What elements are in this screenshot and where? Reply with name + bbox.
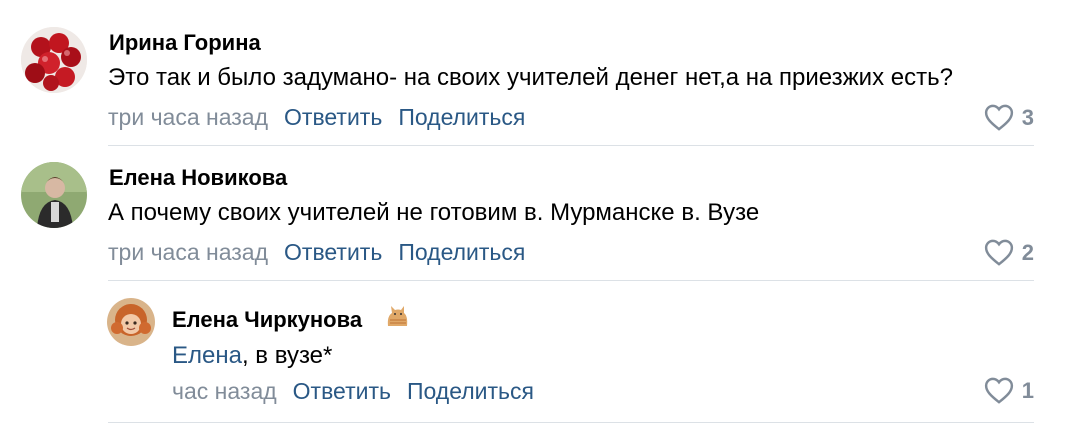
share-button[interactable]: Поделиться: [398, 239, 525, 266]
comment-text-body: , в вузе*: [241, 342, 333, 369]
like-button[interactable]: 1: [984, 377, 1034, 404]
cartoon-girl-avatar-icon: [107, 298, 155, 346]
person-photo-avatar-icon: [21, 162, 87, 228]
comment-text: Это так и было задумано- на своих учител…: [108, 64, 953, 91]
divider: [108, 422, 1034, 423]
avatar[interactable]: [21, 27, 87, 93]
like-button[interactable]: 3: [984, 104, 1034, 131]
author-name[interactable]: Елена Чиркунова: [172, 307, 362, 333]
divider: [108, 145, 1034, 146]
like-count: 1: [1021, 377, 1034, 403]
reply-button[interactable]: Ответить: [284, 104, 382, 131]
author-name[interactable]: Ирина Горина: [109, 30, 261, 56]
cat-icon: [387, 306, 408, 326]
comment-text: Елена, в вузе*: [172, 342, 332, 370]
mention-link[interactable]: Елена: [172, 342, 242, 369]
comment-time[interactable]: три часа назад: [108, 239, 268, 266]
comment-text: А почему своих учителей не готовим в. Му…: [108, 199, 760, 226]
like-count: 3: [1021, 104, 1034, 130]
comment-time[interactable]: час назад: [172, 378, 277, 405]
cherries-avatar-icon: [21, 27, 87, 93]
avatar[interactable]: [21, 162, 87, 228]
like-button[interactable]: 2: [984, 239, 1034, 266]
comment-time[interactable]: три часа назад: [108, 104, 268, 131]
heart-icon: [984, 377, 1013, 404]
heart-icon: [984, 104, 1013, 131]
reply-button[interactable]: Ответить: [293, 378, 391, 405]
like-count: 2: [1021, 239, 1034, 265]
author-name[interactable]: Елена Новикова: [109, 165, 287, 191]
heart-icon: [984, 239, 1013, 266]
reply-button[interactable]: Ответить: [284, 239, 382, 266]
avatar[interactable]: [107, 298, 155, 346]
divider: [108, 280, 1034, 281]
share-button[interactable]: Поделиться: [407, 378, 534, 405]
share-button[interactable]: Поделиться: [398, 104, 525, 131]
